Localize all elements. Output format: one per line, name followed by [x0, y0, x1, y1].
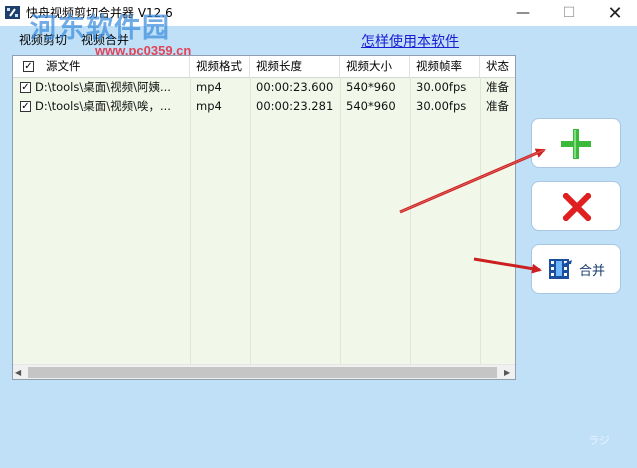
- grid-line: [340, 77, 341, 367]
- film-icon: [548, 259, 572, 279]
- column-header-fps[interactable]: 视频帧率: [410, 56, 480, 77]
- scroll-right-icon[interactable]: ▶: [504, 368, 510, 377]
- cell-duration: 00:00:23.281: [256, 99, 334, 113]
- corner-mark: ラジ: [588, 434, 610, 447]
- cell-fps: 30.00fps: [416, 80, 467, 94]
- cell-format: mp4: [196, 80, 222, 94]
- merge-button[interactable]: 合并: [531, 244, 621, 294]
- grid-line: [480, 77, 481, 367]
- minimize-icon: —: [516, 5, 530, 21]
- delete-file-button[interactable]: [531, 181, 621, 231]
- cell-duration: 00:00:23.600: [256, 80, 334, 94]
- column-header-duration[interactable]: 视频长度: [250, 56, 340, 77]
- horizontal-scrollbar[interactable]: ◀ ▶: [13, 364, 515, 379]
- grid-line: [410, 77, 411, 367]
- maximize-button[interactable]: ☐: [546, 0, 592, 26]
- select-all-checkbox[interactable]: ✓: [23, 61, 34, 72]
- minimize-button[interactable]: —: [500, 0, 546, 26]
- column-header-source[interactable]: ✓ 源文件: [13, 56, 190, 77]
- cell-source-file: D:\tools\桌面\视频\阿姨...: [35, 80, 171, 94]
- plus-icon: [561, 129, 591, 159]
- table-row[interactable]: ✓ D:\tools\桌面\视频\阿姨... mp4 00:00:23.600 …: [13, 78, 515, 97]
- column-header-status[interactable]: 状态: [480, 56, 515, 77]
- maximize-icon: ☐: [562, 5, 576, 21]
- add-file-button[interactable]: [531, 118, 621, 168]
- cell-status: 准备: [486, 80, 509, 94]
- column-label-source: 源文件: [46, 59, 81, 73]
- grid-line: [190, 77, 191, 367]
- column-header-size[interactable]: 视频大小: [340, 56, 410, 77]
- watermark-brand: 河东软件园: [30, 13, 170, 44]
- table-row[interactable]: ✓ D:\tools\桌面\视频\唉，... mp4 00:00:23.281 …: [13, 97, 515, 116]
- merge-button-label: 合并: [578, 263, 605, 279]
- app-icon: [5, 6, 20, 19]
- list-header: ✓ 源文件 视频格式 视频长度 视频大小 视频帧率 状态: [13, 56, 515, 78]
- scrollbar-thumb[interactable]: [28, 367, 497, 378]
- close-button[interactable]: ✕: [592, 0, 637, 26]
- x-icon: [563, 193, 591, 221]
- cell-size: 540*960: [346, 99, 396, 113]
- help-link[interactable]: 怎样使用本软件: [361, 31, 459, 51]
- grid-line: [250, 77, 251, 367]
- cell-status: 准备: [486, 99, 509, 113]
- cell-fps: 30.00fps: [416, 99, 467, 113]
- cell-size: 540*960: [346, 80, 396, 94]
- cell-source-file: D:\tools\桌面\视频\唉，...: [35, 99, 171, 113]
- column-header-format[interactable]: 视频格式: [190, 56, 250, 77]
- close-icon: ✕: [607, 2, 623, 24]
- cell-format: mp4: [196, 99, 222, 113]
- scroll-left-icon[interactable]: ◀: [15, 368, 21, 377]
- file-list[interactable]: ✓ 源文件 视频格式 视频长度 视频大小 视频帧率 状态 ✓ D:\tools\…: [12, 55, 516, 380]
